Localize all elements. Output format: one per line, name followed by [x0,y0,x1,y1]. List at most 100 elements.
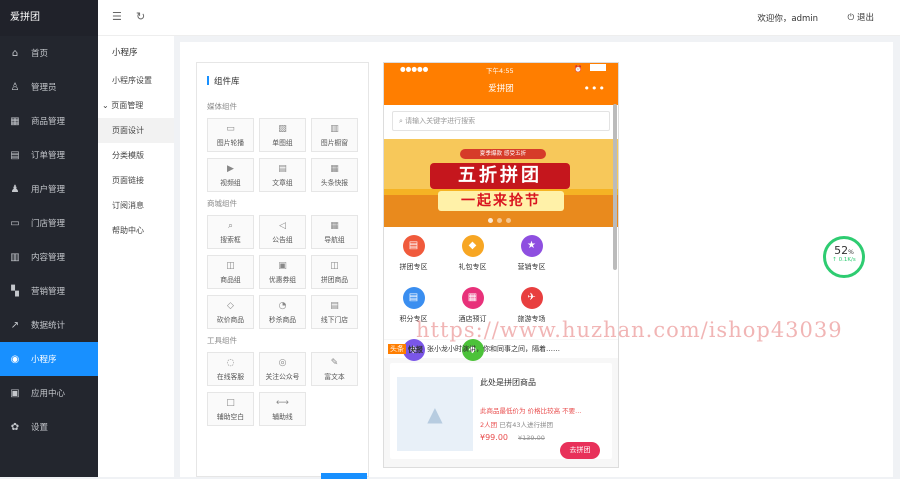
miniapp-icon: ◉ [10,353,20,365]
component-icon: ◎ [278,358,287,368]
admin-icon: ♙ [10,81,20,93]
component-grid: ⌕ 搜索框 ◁ 公告组 ▦ 导航组 ◫ 商品组 ▣ 优惠券组 ◫ 拼团商品 ◇ 砍价商品 ◔ 秒杀商品 ▤ 线下门… [197,215,367,329]
carousel-dot[interactable] [497,218,502,223]
phone-scrollbar[interactable] [613,104,617,270]
chevron-down-icon: ⌄ [102,101,112,110]
component-tile[interactable]: ◔ 秒杀商品 [259,295,306,329]
component-icon: ▥ [330,124,339,134]
category-item[interactable]: ▤ 拼团专区 [384,235,443,287]
component-icon: ▭ [226,124,235,134]
news-text: 张小龙小时演讲，你和同事之间，隔着…… [427,345,560,353]
sidebar-item-label: 数据统计 [31,321,66,331]
join-group-button[interactable]: 去拼团 [560,442,600,459]
phone-search-input[interactable]: ⌕ 请输入关键字进行搜索 [392,111,610,131]
component-tile[interactable]: □ 辅助空白 [207,392,254,426]
sidebar-item-marketing[interactable]: ▚ 营销管理 [0,274,98,308]
store-icon: ▭ [10,217,20,229]
monitor-percent-unit: % [848,249,854,256]
sidebar-item-admin[interactable]: ♙ 管理员 [0,70,98,104]
component-tile[interactable]: ◫ 拼团商品 [311,255,358,289]
component-label: 搜索框 [220,236,241,244]
component-label: 图片橱窗 [320,139,349,147]
component-tile[interactable]: ◫ 商品组 [207,255,254,289]
sidebar-item-stats[interactable]: ↗ 数据统计 [0,308,98,342]
sidebar-item-store[interactable]: ▭ 门店管理 [0,206,98,240]
component-icon: ◫ [226,261,235,271]
sidebar-item-label: 内容管理 [31,253,66,263]
order-icon: ▤ [10,149,20,161]
component-icon: ✎ [330,358,339,368]
sidebar-item-apps[interactable]: ▣ 应用中心 [0,376,98,410]
sidebar-item-home[interactable]: ⌂ 首页 [0,36,98,70]
category-icon: ▦ [461,287,484,309]
signal-dots: ●●●●● [400,65,429,73]
component-tile[interactable]: ▤ 线下门店 [311,295,358,329]
component-tile[interactable]: ▦ 头条快报 [311,158,358,192]
sub-item-page-design[interactable]: 页面设计 [98,118,174,143]
alarm-icon: ⏰ [574,65,583,73]
component-grid: ▭ 图片轮播 ▨ 单图组 ▥ 图片橱窗 ▶ 视频组 ▤ 文章组 ▦ 头条快报 [197,118,367,192]
category-item[interactable]: ◆ 礼包专区 [443,235,502,287]
sidebar-item-settings[interactable]: ✿ 设置 [0,410,98,444]
promo-banner[interactable]: 夏季爆款 感受五折 五折拼团 一起来抢节 [384,139,618,227]
banner-tag: 夏季爆款 感受五折 [460,149,546,159]
component-tile[interactable]: ◇ 砍价商品 [207,295,254,329]
carousel-dot[interactable] [488,218,493,223]
component-label: 头条快报 [320,179,349,187]
category-item[interactable]: ★ 营销专区 [502,235,561,287]
sidebar-item-user[interactable]: ♟ 用户管理 [0,172,98,206]
marketing-icon: ▚ [11,285,19,297]
collapse-menu-icon[interactable]: ☰ [112,10,122,23]
component-label: 优惠券组 [268,276,297,284]
sidebar-item-label: 用户管理 [31,185,66,195]
component-tile[interactable]: ▦ 导航组 [311,215,358,249]
component-label: 公告组 [272,236,293,244]
sidebar-item-label: 小程序 [31,355,57,365]
component-tile[interactable]: ◎ 关注公众号 [259,352,306,386]
battery-icon [590,64,606,71]
category-label: 拼团专区 [399,263,428,271]
component-tile[interactable]: ⌕ 搜索框 [207,215,254,249]
component-tile[interactable]: ◌ 在线客服 [207,352,254,386]
component-label: 拼团商品 [320,276,349,284]
sub-item-page-management[interactable]: ⌄ 页面管理 [98,93,174,118]
product-image-placeholder-icon: ▲ [397,377,473,451]
search-placeholder: 请输入关键字进行搜索 [405,117,476,125]
sidebar-item-goods[interactable]: ▦ 商品管理 [0,104,98,138]
more-icon[interactable]: ••• [584,75,606,103]
library-title: 组件库 [197,63,368,95]
component-tile[interactable]: ▭ 图片轮播 [207,118,254,152]
product-card[interactable]: ▲ 此处是拼团商品 此商品最低价为 价格比较高 不要... 2人团 已有43人进… [390,363,612,459]
sub-item-category-template[interactable]: 分类模版 [98,143,174,168]
sub-item-help-center[interactable]: 帮助中心 [98,218,174,243]
logout-label: 退出 [856,13,874,23]
component-tile[interactable]: ▨ 单图组 [259,118,306,152]
component-group-title: 工具组件 [207,336,237,345]
category-icon: ★ [520,235,543,257]
component-icon: ▨ [278,124,287,134]
library-action-button[interactable] [321,473,367,479]
sub-item-miniapp-settings[interactable]: 小程序设置 [98,68,174,93]
logout-button[interactable]: ⏻ 退出 [848,11,874,23]
category-icon: ▤ [402,287,425,309]
component-icon: ▶ [227,164,234,174]
component-icon: ◌ [226,358,235,368]
component-tile[interactable]: ✎ 富文本 [311,352,358,386]
component-tile[interactable]: ▶ 视频组 [207,158,254,192]
sidebar-item-miniapp[interactable]: ◉ 小程序 [0,342,98,376]
banner-subheadline: 一起来抢节 [438,191,564,211]
refresh-icon[interactable]: ↻ [136,10,145,23]
component-label: 单图组 [272,139,293,147]
component-tile[interactable]: ▥ 图片橱窗 [311,118,358,152]
carousel-dot[interactable] [506,218,511,223]
component-icon: ▦ [330,164,339,174]
component-tile[interactable]: ⟷ 辅助线 [259,392,306,426]
product-price: ¥99.00 [480,433,508,442]
component-tile[interactable]: ◁ 公告组 [259,215,306,249]
component-tile[interactable]: ▤ 文章组 [259,158,306,192]
sidebar-item-content[interactable]: ▥ 内容管理 [0,240,98,274]
sub-item-subscribe-messages[interactable]: 订阅消息 [98,193,174,218]
component-tile[interactable]: ▣ 优惠券组 [259,255,306,289]
sidebar-item-order[interactable]: ▤ 订单管理 [0,138,98,172]
sub-item-page-links[interactable]: 页面链接 [98,168,174,193]
